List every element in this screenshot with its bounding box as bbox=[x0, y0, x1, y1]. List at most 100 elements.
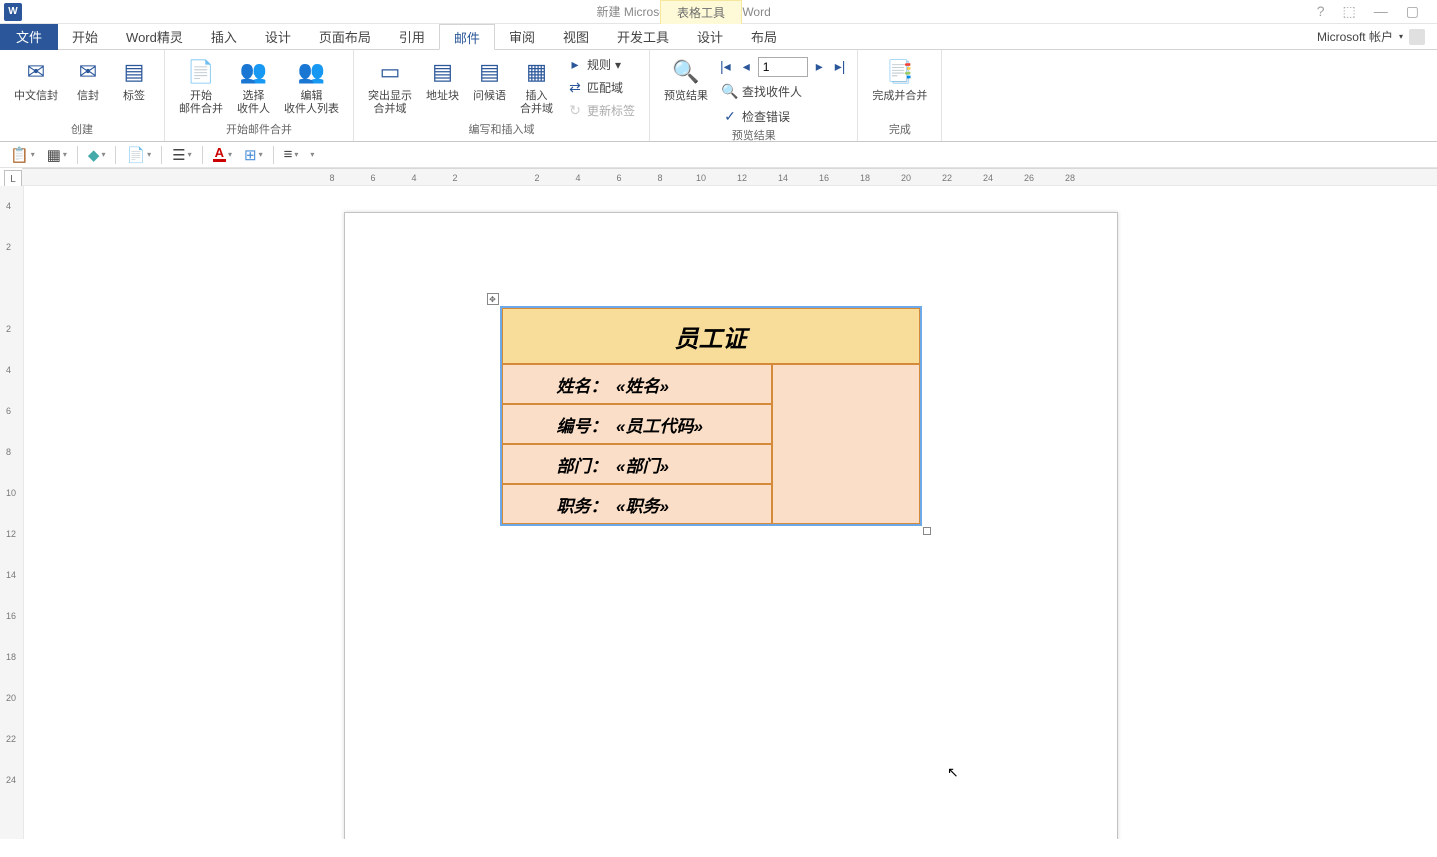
qt-align[interactable]: ≡▾ bbox=[280, 144, 303, 165]
qt-more[interactable]: ▾ bbox=[306, 148, 318, 161]
first-record-icon[interactable]: |◂ bbox=[716, 56, 735, 77]
qt-table[interactable]: ▦▾ bbox=[43, 144, 71, 166]
tab-review[interactable]: 审阅 bbox=[495, 24, 549, 50]
qt-shape[interactable]: ◆▾ bbox=[84, 144, 110, 166]
page[interactable]: ✥ 员工证 姓名： «姓名» 编号： «员工代码» 部门： «部门» 职务： «… bbox=[344, 212, 1118, 839]
tab-design[interactable]: 设计 bbox=[251, 24, 305, 50]
qt-borders[interactable]: ⊞▾ bbox=[240, 144, 267, 166]
match-fields-button[interactable]: ⇄匹配域 bbox=[561, 77, 641, 98]
check-icon: ✓ bbox=[722, 109, 738, 125]
chevron-down-icon: ▾ bbox=[1399, 32, 1403, 41]
table-row[interactable]: 姓名： «姓名» bbox=[502, 364, 772, 404]
ribbon-tabs: 文件 开始 Word精灵 插入 设计 页面布局 引用 邮件 审阅 视图 开发工具… bbox=[0, 24, 1437, 50]
tab-table-design[interactable]: 设计 bbox=[683, 24, 737, 50]
maximize-icon[interactable]: ▢ bbox=[1406, 3, 1419, 20]
table-row[interactable]: 职务： «职务» bbox=[502, 484, 772, 524]
greeting-line-button[interactable]: ▤问候语 bbox=[467, 54, 512, 121]
envelope-button[interactable]: ✉信封 bbox=[66, 54, 110, 121]
find-icon: 🔍 bbox=[722, 84, 738, 100]
next-record-icon[interactable]: ▸ bbox=[812, 56, 827, 77]
highlight-icon: ▭ bbox=[374, 56, 406, 88]
align-icon: ≡ bbox=[284, 146, 293, 163]
account-area[interactable]: Microsoft 帐户 ▾ bbox=[1317, 28, 1437, 45]
help-icon[interactable]: ? bbox=[1317, 3, 1325, 20]
table-title-cell[interactable]: 员工证 bbox=[502, 308, 920, 364]
group-start-merge: 📄开始 邮件合并 👥选择 收件人 👥编辑 收件人列表 开始邮件合并 bbox=[165, 50, 354, 141]
address-icon: ▤ bbox=[427, 56, 459, 88]
word-app-icon: W bbox=[4, 3, 22, 21]
tab-developer[interactable]: 开发工具 bbox=[603, 24, 683, 50]
horizontal-ruler[interactable]: 8642246810121416182022242628 bbox=[22, 168, 1437, 185]
group-finish: 📑完成并合并 完成 bbox=[858, 50, 942, 141]
labels-button[interactable]: ▤标签 bbox=[112, 54, 156, 121]
chinese-envelope-icon: ✉ bbox=[20, 56, 52, 88]
labels-icon: ▤ bbox=[118, 56, 150, 88]
insert-field-button[interactable]: ▦插入 合并域 bbox=[514, 54, 559, 121]
title-bar: W 新建 Microsoft Word 文档 - Word 表格工具 ? ⬚ —… bbox=[0, 0, 1437, 24]
qt-format[interactable]: 📄▾ bbox=[122, 144, 155, 166]
check-errors-button[interactable]: ✓检查错误 bbox=[716, 106, 849, 127]
start-merge-icon: 📄 bbox=[185, 56, 217, 88]
update-labels-button: ↻更新标签 bbox=[561, 100, 641, 121]
table-move-handle[interactable]: ✥ bbox=[487, 293, 499, 305]
ribbon-content: ✉中文信封 ✉信封 ▤标签 创建 📄开始 邮件合并 👥选择 收件人 👥编辑 收件… bbox=[0, 50, 1437, 142]
tab-table-layout[interactable]: 布局 bbox=[737, 24, 791, 50]
edit-recipients-icon: 👥 bbox=[296, 56, 328, 88]
table-row[interactable]: 编号： «员工代码» bbox=[502, 404, 772, 444]
preview-results-button[interactable]: 🔍预览结果 bbox=[658, 54, 714, 127]
rules-button[interactable]: ▸规则 ▾ bbox=[561, 54, 641, 75]
highlight-fields-button[interactable]: ▭突出显示 合并域 bbox=[362, 54, 418, 121]
table-resize-handle[interactable] bbox=[923, 527, 931, 535]
avatar bbox=[1409, 29, 1425, 45]
rules-icon: ▸ bbox=[567, 57, 583, 73]
chinese-envelope-button[interactable]: ✉中文信封 bbox=[8, 54, 64, 121]
finish-merge-button[interactable]: 📑完成并合并 bbox=[866, 54, 933, 121]
table-icon: ▦ bbox=[47, 146, 61, 164]
record-number-input[interactable] bbox=[758, 57, 808, 77]
window-controls: ? ⬚ — ▢ bbox=[1317, 3, 1437, 20]
tab-mailings[interactable]: 邮件 bbox=[439, 24, 495, 50]
clipboard-icon: 📋 bbox=[10, 146, 29, 164]
table-tools-context: 表格工具 bbox=[660, 0, 742, 24]
qt-paste[interactable]: 📋▾ bbox=[6, 144, 39, 166]
borders-icon: ⊞ bbox=[244, 146, 257, 164]
tab-wordgenius[interactable]: Word精灵 bbox=[112, 24, 197, 50]
envelope-icon: ✉ bbox=[72, 56, 104, 88]
table-row[interactable]: 部门： «部门» bbox=[502, 444, 772, 484]
qt-bullets[interactable]: ☰▾ bbox=[168, 144, 195, 166]
tab-view[interactable]: 视图 bbox=[549, 24, 603, 50]
recipients-icon: 👥 bbox=[238, 56, 270, 88]
last-record-icon[interactable]: ▸| bbox=[831, 56, 850, 77]
minimize-icon[interactable]: — bbox=[1374, 3, 1388, 20]
account-label: Microsoft 帐户 bbox=[1317, 28, 1393, 45]
start-merge-button[interactable]: 📄开始 邮件合并 bbox=[173, 54, 229, 121]
tab-home[interactable]: 开始 bbox=[58, 24, 112, 50]
shape-icon: ◆ bbox=[88, 146, 100, 164]
greeting-icon: ▤ bbox=[474, 56, 506, 88]
select-recipients-button[interactable]: 👥选择 收件人 bbox=[231, 54, 276, 121]
group-create: ✉中文信封 ✉信封 ▤标签 创建 bbox=[0, 50, 165, 141]
tab-pagelayout[interactable]: 页面布局 bbox=[305, 24, 385, 50]
find-recipient-button[interactable]: 🔍查找收件人 bbox=[716, 81, 849, 102]
vertical-ruler[interactable]: 4224681012141618202224 bbox=[0, 186, 24, 839]
quick-access-toolbar: 📋▾ ▦▾ ◆▾ 📄▾ ☰▾ A▾ ⊞▾ ≡▾ ▾ bbox=[0, 142, 1437, 168]
qt-font-color[interactable]: A▾ bbox=[209, 145, 236, 164]
address-block-button[interactable]: ▤地址块 bbox=[420, 54, 465, 121]
bullets-icon: ☰ bbox=[172, 146, 185, 164]
format-icon: 📄 bbox=[126, 146, 145, 164]
tab-insert[interactable]: 插入 bbox=[197, 24, 251, 50]
group-write-insert: ▭突出显示 合并域 ▤地址块 ▤问候语 ▦插入 合并域 ▸规则 ▾ ⇄匹配域 ↻… bbox=[354, 50, 650, 141]
tab-file[interactable]: 文件 bbox=[0, 24, 58, 50]
group-preview: 🔍预览结果 |◂ ◂ ▸ ▸| 🔍查找收件人 ✓检查错误 预览结果 bbox=[650, 50, 858, 141]
ribbon-display-icon[interactable]: ⬚ bbox=[1343, 3, 1356, 20]
prev-record-icon[interactable]: ◂ bbox=[739, 56, 754, 77]
tab-references[interactable]: 引用 bbox=[385, 24, 439, 50]
match-icon: ⇄ bbox=[567, 80, 583, 96]
preview-icon: 🔍 bbox=[670, 56, 702, 88]
employee-table[interactable]: 员工证 姓名： «姓名» 编号： «员工代码» 部门： «部门» 职务： «职务… bbox=[501, 307, 921, 525]
insert-field-icon: ▦ bbox=[521, 56, 553, 88]
edit-recipients-button[interactable]: 👥编辑 收件人列表 bbox=[278, 54, 345, 121]
photo-cell[interactable] bbox=[772, 364, 920, 524]
update-icon: ↻ bbox=[567, 103, 583, 119]
document-area: 4224681012141618202224 ✥ 员工证 姓名： «姓名» 编号… bbox=[0, 186, 1437, 839]
